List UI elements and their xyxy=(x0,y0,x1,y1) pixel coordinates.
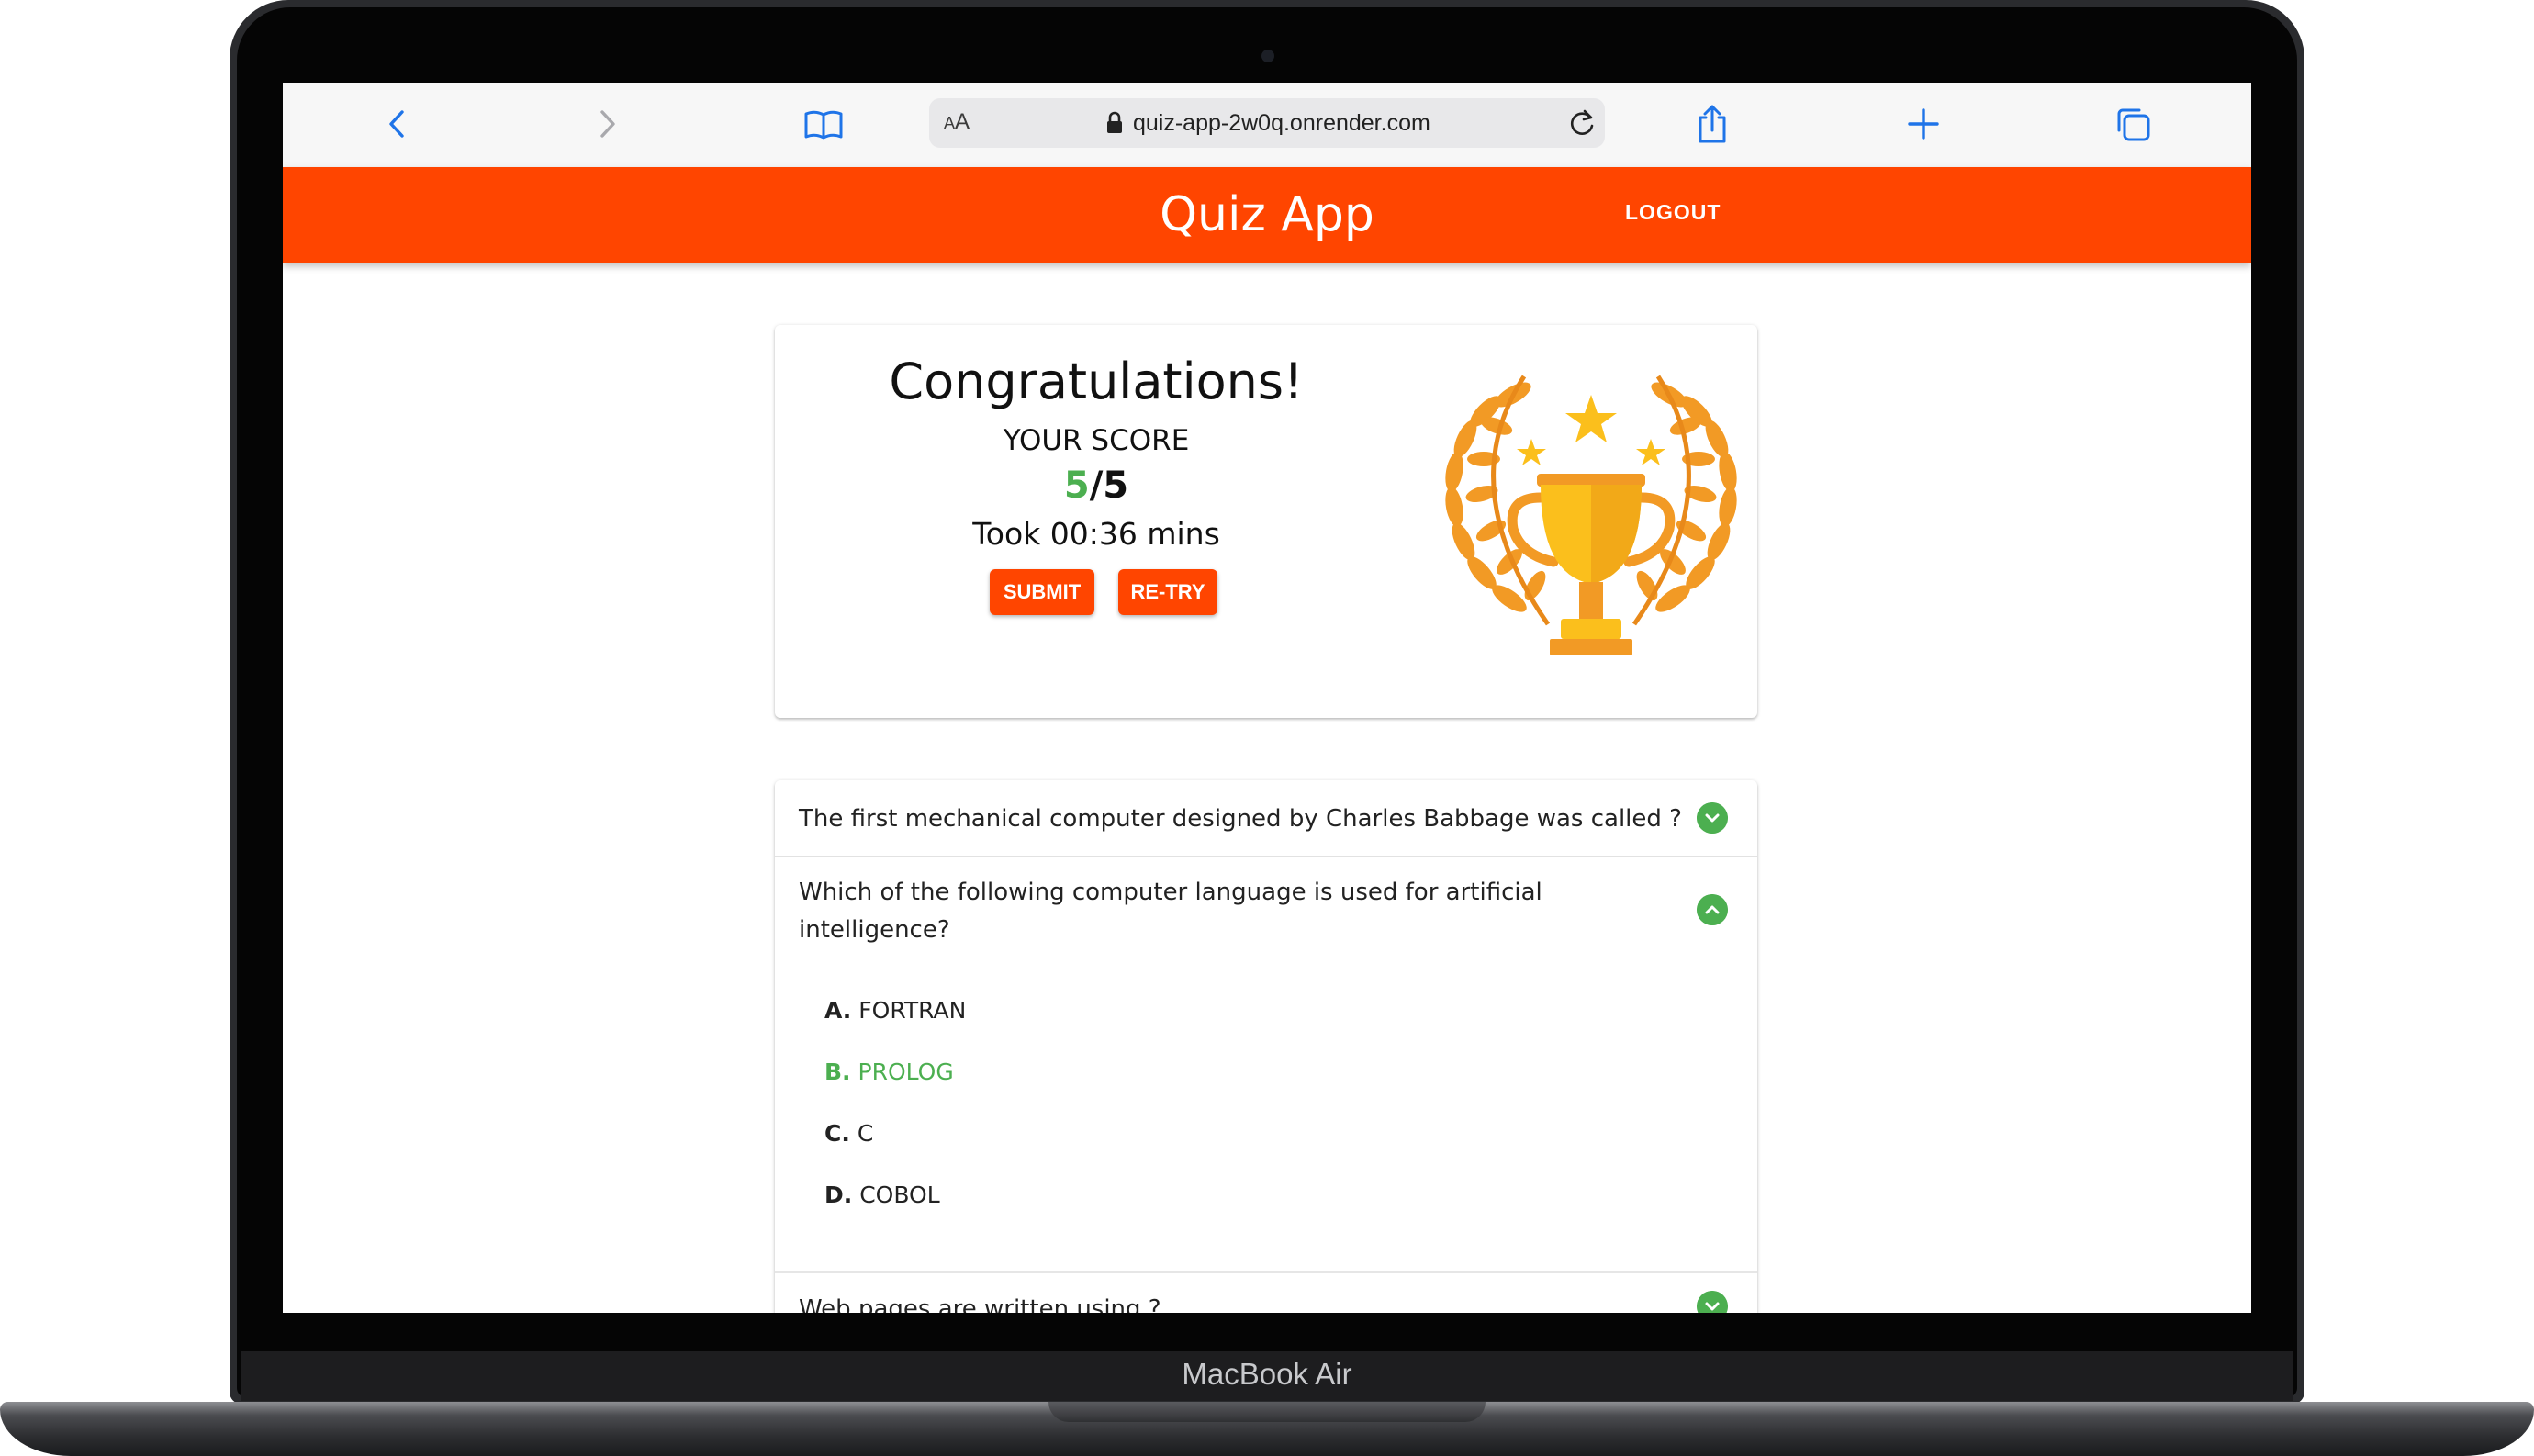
option-letter: B. xyxy=(824,1058,851,1085)
url-text: quiz-app-2w0q.onrender.com xyxy=(1133,110,1430,136)
question-2-line2: intelligence? xyxy=(799,916,950,944)
new-tab-icon[interactable] xyxy=(1902,103,1945,145)
option-text: COBOL xyxy=(859,1182,940,1208)
option-letter: A. xyxy=(824,997,852,1024)
address-bar[interactable]: AAAA quiz-app-2w0q.onrender.com xyxy=(929,98,1605,148)
back-icon[interactable] xyxy=(376,103,419,145)
score-card: Congratulations! YOUR SCORE 5/5 Took 00:… xyxy=(775,325,1757,718)
option-a[interactable]: A. FORTRAN xyxy=(824,997,966,1024)
retry-button[interactable]: RE-TRY xyxy=(1118,569,1217,615)
share-icon[interactable] xyxy=(1691,103,1733,145)
divider xyxy=(775,856,1757,857)
camera xyxy=(1261,50,1274,62)
app-bar: Quiz App LOGOUT xyxy=(283,167,2251,263)
score-total: /5 xyxy=(1089,465,1129,507)
forward-icon[interactable] xyxy=(586,103,628,145)
option-letter: C. xyxy=(824,1120,850,1147)
browser-toolbar: AAAA quiz-app-2w0q.onrender.com xyxy=(283,83,2251,168)
lock-icon xyxy=(1107,111,1122,133)
text-size-button[interactable]: AAAA xyxy=(944,109,970,135)
questions-accordion: The first mechanical computer designed b… xyxy=(775,780,1757,1313)
option-letter: D. xyxy=(824,1182,853,1208)
time-taken: Took 00:36 mins xyxy=(972,516,1220,552)
screen: AAAA quiz-app-2w0q.onrender.com Quiz App… xyxy=(283,83,2251,1313)
result-heading: Congratulations! xyxy=(889,353,1304,410)
question-2-text[interactable]: Which of the following computer language… xyxy=(799,874,1542,949)
score-label: YOUR SCORE xyxy=(1003,424,1190,457)
collapse-chevron-up-icon[interactable] xyxy=(1697,894,1728,925)
reload-icon[interactable] xyxy=(1566,107,1598,139)
score-correct: 5 xyxy=(1063,465,1090,507)
question-3-text[interactable]: Web pages are written using ? xyxy=(799,1291,1161,1313)
expand-chevron-down-icon[interactable] xyxy=(1697,1291,1728,1313)
logout-button[interactable]: LOGOUT xyxy=(1625,200,1721,225)
option-text: C xyxy=(857,1120,874,1147)
submit-button[interactable]: SUBMIT xyxy=(990,569,1094,615)
device-label: MacBook Air xyxy=(1182,1357,1352,1391)
trophy-icon xyxy=(1445,375,1737,655)
question-2-line1: Which of the following computer language… xyxy=(799,879,1542,906)
laptop-notch xyxy=(1048,1402,1486,1422)
question-1-text[interactable]: The first mechanical computer designed b… xyxy=(799,801,1682,838)
score-value: 5/5 xyxy=(775,465,1418,507)
option-text: FORTRAN xyxy=(858,997,967,1024)
option-text: PROLOG xyxy=(858,1058,954,1085)
option-c[interactable]: C. C xyxy=(824,1120,873,1147)
option-b-correct[interactable]: B. PROLOG xyxy=(824,1058,954,1085)
divider xyxy=(775,1271,1757,1273)
option-d[interactable]: D. COBOL xyxy=(824,1182,940,1208)
app-title: Quiz App xyxy=(1160,187,1374,242)
tabs-icon[interactable] xyxy=(2112,103,2154,145)
expand-chevron-down-icon[interactable] xyxy=(1697,802,1728,834)
bookmarks-icon[interactable] xyxy=(802,103,845,145)
